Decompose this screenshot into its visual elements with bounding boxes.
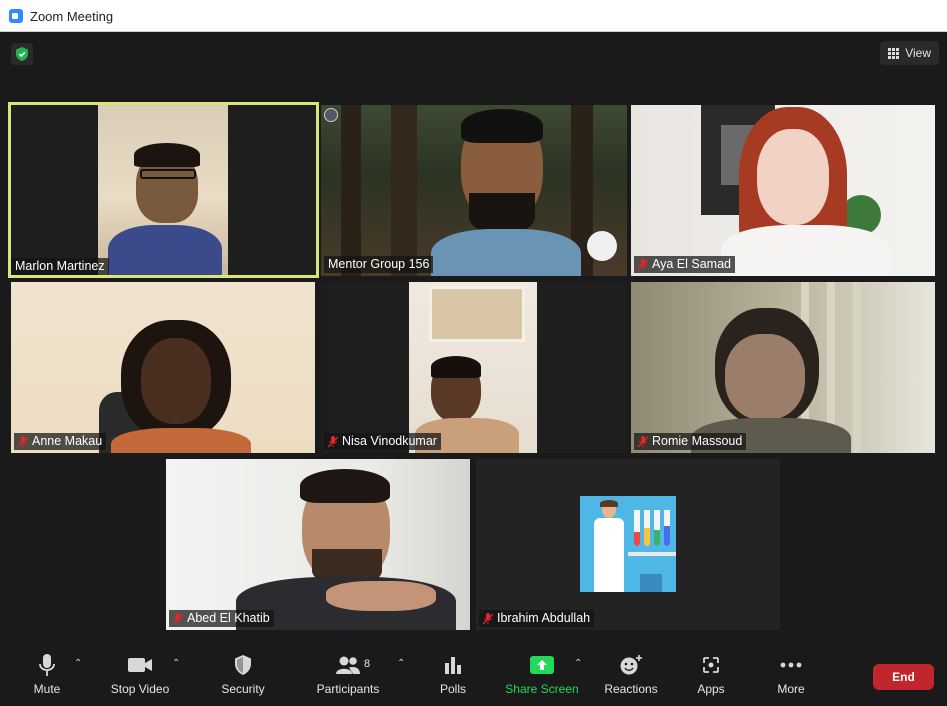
apps-icon <box>697 652 725 678</box>
microphone-icon <box>33 652 61 678</box>
mute-label: Mute <box>33 682 61 696</box>
more-ellipsis-icon <box>777 652 805 678</box>
participant-nameplate: Marlon Martinez <box>11 258 109 275</box>
participant-nameplate: Nisa Vinodkumar <box>324 433 441 450</box>
more-button[interactable]: More <box>774 652 808 700</box>
participant-nameplate: Ibrahim Abdullah <box>479 610 595 627</box>
participant-avatar <box>580 496 676 592</box>
video-tile-aya-el-samad[interactable]: Aya El Samad <box>631 105 935 276</box>
participant-name: Abed El Khatib <box>187 611 270 625</box>
reactions-label: Reactions <box>604 682 658 696</box>
security-label: Security <box>221 682 265 696</box>
muted-mic-icon <box>637 435 649 448</box>
participant-nameplate: Aya El Samad <box>634 256 735 273</box>
participant-name: Ibrahim Abdullah <box>497 611 591 625</box>
video-tile-anne-makau[interactable]: Anne Makau <box>11 282 315 453</box>
participant-name: Mentor Group 156 <box>328 257 430 271</box>
participant-video <box>11 282 315 453</box>
stop-video-label: Stop Video <box>110 682 170 696</box>
participants-button[interactable]: Participants <box>314 652 382 700</box>
spotlight-icon <box>324 108 338 122</box>
grid-icon <box>888 47 900 59</box>
participant-name: Romie Massoud <box>652 434 743 448</box>
participants-options-chevron-icon[interactable]: ⌃ <box>397 658 405 669</box>
view-button[interactable]: View <box>880 41 939 65</box>
polls-label: Polls <box>439 682 466 696</box>
participant-video <box>409 282 537 453</box>
security-shield-icon <box>229 652 257 678</box>
participant-nameplate: Romie Massoud <box>634 433 747 450</box>
video-tile-nisa-vinodkumar[interactable]: Nisa Vinodkumar <box>321 282 627 453</box>
meeting-controls-toolbar: Mute ⌃ Stop Video ⌃ Security Participant… <box>0 644 947 706</box>
share-screen-arrow-icon <box>528 652 556 678</box>
share-screen-button[interactable]: Share Screen <box>505 652 579 700</box>
video-tile-mentor-group-156[interactable]: Mentor Group 156 <box>321 105 627 276</box>
muted-mic-icon <box>17 435 29 448</box>
window-titlebar: Zoom Meeting <box>0 0 947 32</box>
more-label: More <box>777 682 805 696</box>
video-tile-ibrahim-abdullah[interactable]: Ibrahim Abdullah <box>476 459 780 630</box>
participant-name: Nisa Vinodkumar <box>342 434 437 448</box>
share-screen-label: Share Screen <box>505 682 579 696</box>
apps-label: Apps <box>697 682 725 696</box>
window-title: Zoom Meeting <box>30 9 114 24</box>
participant-name: Anne Makau <box>32 434 103 448</box>
participant-video <box>166 459 470 630</box>
participant-nameplate: Abed El Khatib <box>169 610 274 627</box>
smiley-plus-icon <box>617 652 645 678</box>
muted-mic-icon <box>637 258 649 271</box>
participants-label: Participants <box>316 682 380 696</box>
polls-button[interactable]: Polls <box>436 652 470 700</box>
security-button[interactable]: Security <box>218 652 268 700</box>
video-tile-abed-el-khatib[interactable]: Abed El Khatib <box>166 459 470 630</box>
apps-button[interactable]: Apps <box>694 652 728 700</box>
video-tile-marlon-martinez[interactable]: Marlon Martinez <box>8 102 319 278</box>
participant-name: Marlon Martinez <box>15 259 105 273</box>
participant-video <box>98 105 228 275</box>
participants-icon <box>334 652 362 678</box>
zoom-app-icon <box>9 9 23 23</box>
video-options-chevron-icon[interactable]: ⌃ <box>172 658 180 669</box>
meeting-stage: View Marlon Martinez Mentor Group 156 Ay… <box>0 32 947 644</box>
participant-video <box>631 105 935 276</box>
end-meeting-button[interactable]: End <box>873 664 934 690</box>
view-label: View <box>905 46 931 60</box>
audio-options-chevron-icon[interactable]: ⌃ <box>74 658 82 669</box>
muted-mic-icon <box>327 435 339 448</box>
mute-button[interactable]: Mute <box>26 652 68 700</box>
share-options-chevron-icon[interactable]: ⌃ <box>574 658 582 669</box>
stop-video-button[interactable]: Stop Video <box>104 652 176 700</box>
video-camera-icon <box>126 652 154 678</box>
muted-mic-icon <box>482 612 494 625</box>
participant-nameplate: Mentor Group 156 <box>324 256 434 273</box>
encryption-shield-icon[interactable] <box>11 43 33 65</box>
participants-count-badge: 8 <box>364 658 371 670</box>
participant-name: Aya El Samad <box>652 257 731 271</box>
muted-mic-icon <box>172 612 184 625</box>
video-tile-romie-massoud[interactable]: Romie Massoud <box>631 282 935 453</box>
participant-video <box>321 105 627 276</box>
participant-video <box>631 282 935 453</box>
participant-nameplate: Anne Makau <box>14 433 107 450</box>
reactions-button[interactable]: Reactions <box>602 652 660 700</box>
bar-chart-icon <box>439 652 467 678</box>
